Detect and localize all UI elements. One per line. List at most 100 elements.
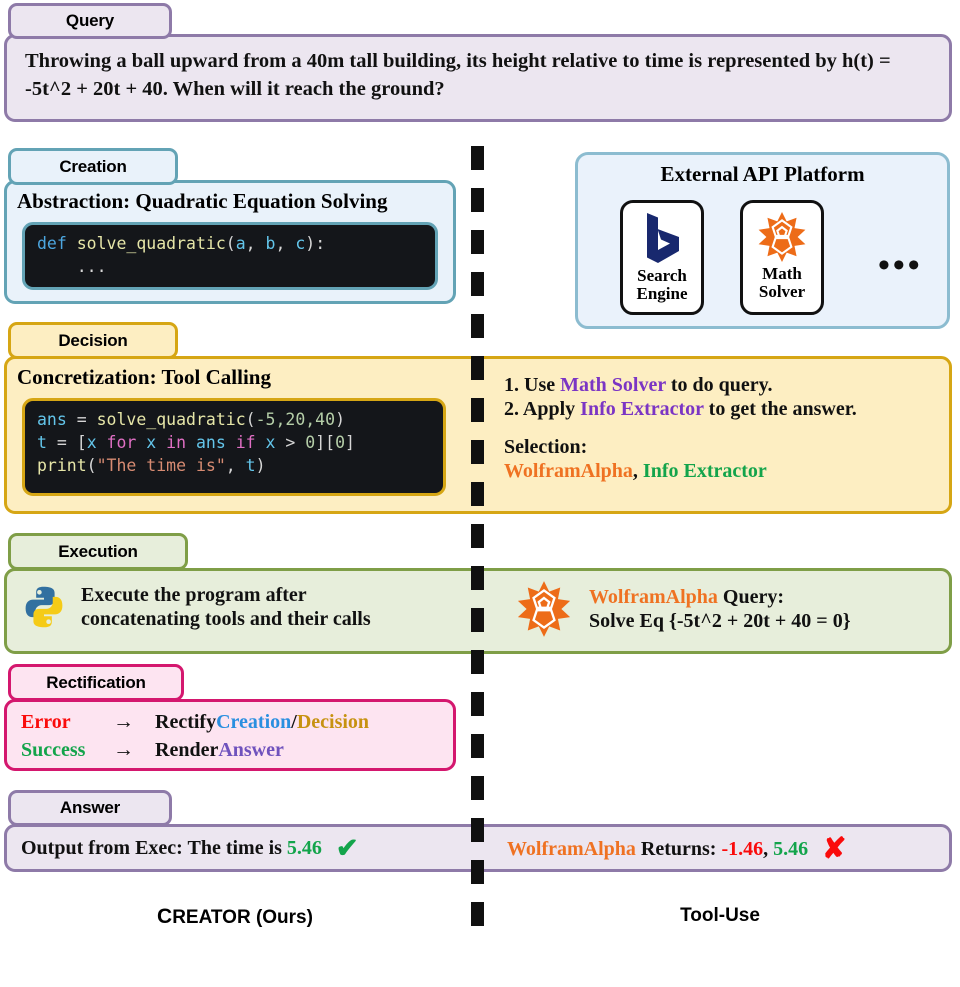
decision-step-2-tool: Info Extractor (580, 398, 704, 421)
tab-answer: Answer (8, 790, 172, 826)
api-tool-label-search-engine: Search Engine (636, 266, 688, 303)
execution-right-text: WolframAlpha Query: Solve Eq {-5t^2 + 20… (589, 585, 851, 634)
code-num-zero-2: 0 (335, 432, 346, 452)
rectification-target-creation: Creation (216, 711, 292, 733)
tab-rectification: Rectification (8, 664, 184, 701)
answer-left-value: 5.46 (286, 837, 322, 860)
answer-right-comma: , (763, 838, 774, 861)
decision-step-1: 1. Use Math Solver to do query. (504, 373, 944, 397)
decision-selection-tool-1: WolframAlpha (504, 460, 633, 483)
tab-query-label: Query (65, 11, 115, 30)
bing-logo-icon (639, 210, 685, 266)
decision-selection-tool-2: Info Extractor (642, 460, 767, 483)
answer-right-mid: Returns: (635, 838, 722, 861)
code-paren-open: ( (225, 234, 236, 253)
code-paren-open-2: ( (245, 410, 256, 429)
decision-step-1-number: 1. Use (504, 374, 561, 396)
code-paren-close-2: ) (335, 410, 345, 429)
answer-right: WolframAlpha Returns: -1.46, 5.46 ✘ (507, 835, 846, 864)
answer-left: Output from Exec: The time is 5.46 ✔ (21, 835, 359, 862)
code-call-print: print (37, 455, 87, 475)
wolframalpha-logo-icon (515, 579, 573, 639)
decision-code-block: ans = solve_quadratic(-5,20,40) t = [x f… (22, 398, 446, 496)
code-keyword-for: for (96, 432, 147, 452)
footer-label-tool-use: Tool-Use (485, 905, 955, 927)
code-sep-2: , (275, 234, 296, 253)
answer-right-value-positive: 5.46 (773, 838, 809, 861)
tab-query: Query (8, 3, 172, 39)
code-bracket-2: ] (345, 432, 355, 452)
decision-selection-comma: , (632, 460, 643, 483)
code-bracket-1: ][ (315, 432, 336, 452)
tab-execution: Execution (8, 533, 188, 570)
api-platform-title: External API Platform (660, 162, 865, 186)
rectification-arrow-2: → (113, 737, 134, 761)
code-param-a: a (235, 234, 246, 253)
tab-creation: Creation (8, 148, 178, 185)
code-paren-close-3: ) (255, 455, 266, 475)
execution-left: Execute the program after concatenating … (21, 583, 371, 632)
api-tool-label-math-solver: Math Solver (758, 264, 806, 301)
code-assign-2: = [ (46, 432, 87, 452)
code-var-t: t (37, 432, 47, 452)
api-more-tools-ellipsis: ••• (878, 247, 923, 284)
answer-right-value-negative: -1.46 (721, 838, 764, 861)
code-var-x-3: x (265, 432, 276, 452)
execution-right-equation: Solve Eq {-5t^2 + 20t + 40 = 0} (589, 610, 851, 632)
rectification-action-2: Render (155, 739, 219, 761)
decision-step-2-tail: to get the answer. (703, 398, 857, 421)
wolframalpha-logo-icon (756, 210, 808, 264)
code-string-literal: "The time is" (96, 455, 226, 475)
vertical-dashed-divider (471, 146, 484, 936)
decision-step-1-tool: Math Solver (560, 374, 666, 396)
rectification-status-error: Error (21, 711, 71, 733)
code-var-ans-2: ans (195, 432, 226, 452)
code-paren-close: ): (305, 234, 326, 253)
rectification-arrow-1: → (113, 709, 134, 733)
tab-execution-label: Execution (58, 541, 138, 561)
tab-rectification-label: Rectification (46, 672, 146, 692)
answer-left-prefix: Output from Exec: The time is (21, 837, 287, 860)
code-var-t-2: t (245, 455, 256, 475)
code-param-c: c (295, 234, 306, 253)
code-num-zero-1: 0 (305, 432, 316, 452)
execution-right-tool: WolframAlpha (589, 585, 718, 608)
code-ellipsis-line: ... (37, 256, 107, 276)
decision-step-2: 2. Apply Info Extractor to get the answe… (504, 397, 944, 421)
answer-right-tool: WolframAlpha (507, 838, 636, 861)
panel-rectification: Error → Rectify Creation / Decision Succ… (4, 699, 456, 771)
code-keyword-def: def (37, 234, 67, 253)
code-args: -5,20,40 (255, 410, 336, 429)
code-assign-1: = (66, 410, 97, 429)
code-paren-open-3: ( (86, 455, 97, 475)
code-var-x-1: x (86, 432, 97, 452)
tab-decision-label: Decision (58, 330, 128, 350)
footer-creator-rest: REATOR (Ours) (172, 907, 313, 928)
code-var-x-2: x (146, 432, 157, 452)
api-tool-card-search-engine[interactable]: Search Engine (620, 200, 704, 315)
decision-step-1-tail: to do query. (665, 374, 773, 396)
code-keyword-if: if (225, 432, 266, 452)
footer-creator-lead: C (157, 905, 173, 928)
footer-label-creator: CREATOR (Ours) (0, 905, 470, 929)
api-tool-card-math-solver[interactable]: Math Solver (740, 200, 824, 315)
code-call-solve-quadratic: solve_quadratic (96, 410, 246, 429)
execution-left-line-1: Execute the program after (81, 584, 307, 606)
creation-heading: Abstraction: Quadratic Equation Solving (17, 189, 388, 213)
decision-selection-values: WolframAlpha, Info Extractor (504, 459, 944, 483)
decision-step-2-number: 2. Apply (504, 398, 581, 421)
panel-query: Throwing a ball upward from a 40m tall b… (4, 34, 952, 122)
code-keyword-in: in (156, 432, 196, 452)
tab-answer-label: Answer (59, 798, 121, 817)
rectification-target-decision: Decision (296, 711, 370, 733)
code-comma: , (225, 455, 246, 475)
execution-left-text: Execute the program after concatenating … (81, 583, 371, 632)
tab-creation-label: Creation (59, 156, 127, 176)
python-logo-icon (21, 584, 67, 630)
panel-external-api-platform: External API Platform Search Engine Math… (575, 152, 950, 329)
execution-right: WolframAlpha Query: Solve Eq {-5t^2 + 20… (515, 579, 851, 639)
footer-tool-use-label: Tool-Use (680, 905, 760, 926)
decision-right-column: 1. Use Math Solver to do query. 2. Apply… (504, 373, 944, 484)
rectification-row-1: Error → Rectify Creation / Decision (21, 709, 369, 735)
execution-right-tail: Query: (717, 585, 784, 608)
